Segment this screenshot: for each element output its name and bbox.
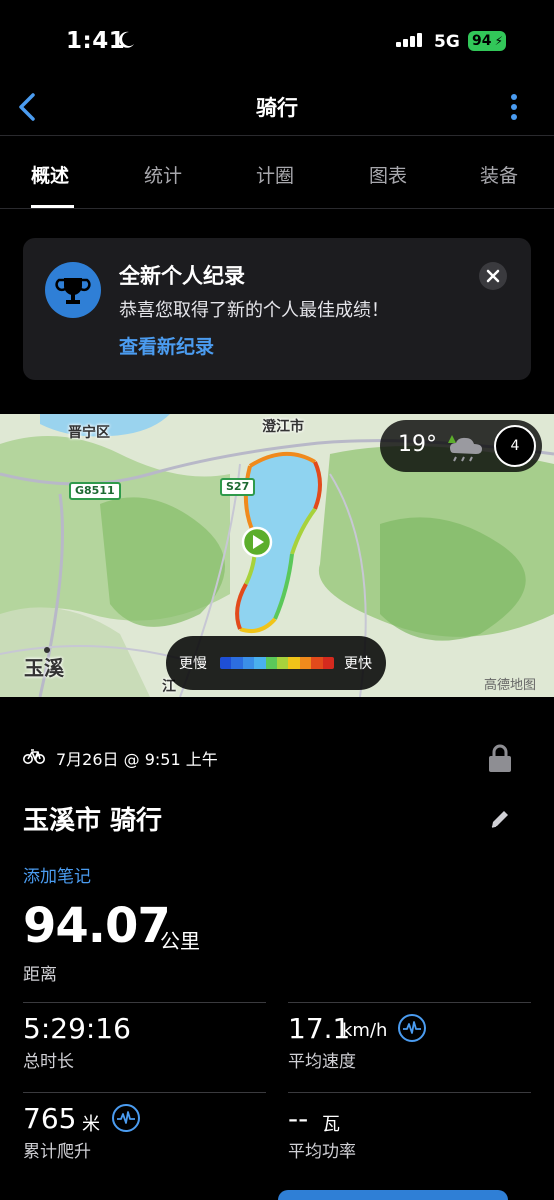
- legend-color-swatch: [242, 657, 255, 669]
- close-card-button[interactable]: [479, 262, 507, 290]
- legend-color-swatch: [254, 657, 266, 669]
- activity-title: 玉溪市 骑行: [23, 806, 163, 836]
- highway-shield-g8511: G8511: [69, 482, 121, 500]
- speed-legend: 更慢 更快: [166, 636, 386, 690]
- tab-laps[interactable]: 计圈: [256, 161, 294, 188]
- map-label-jinning: 晋宁区: [68, 425, 110, 441]
- map-credit: 高德地图: [484, 678, 537, 693]
- avg-power-label: 平均功率: [288, 1142, 356, 1162]
- avg-speed-value: 17.1: [288, 1012, 351, 1045]
- trophy-icon: [55, 278, 91, 304]
- highway-shield-s27: S27: [220, 478, 256, 496]
- legend-color-swatch: [265, 657, 278, 669]
- personal-record-card: 全新个人纪录 恭喜您取得了新的个人最佳成绩！ 查看新纪录: [23, 238, 531, 380]
- distance-unit: 公里: [160, 929, 200, 953]
- card-subtitle: 恭喜您取得了新的个人最佳成绩！: [119, 300, 389, 321]
- card-title: 全新个人纪录: [119, 264, 245, 288]
- page-title: 骑行: [256, 96, 298, 120]
- legend-color-swatch: [277, 657, 289, 669]
- add-note-link[interactable]: 添加笔记: [23, 862, 91, 887]
- legend-color-swatch: [231, 657, 243, 669]
- duration-label: 总时长: [23, 1052, 74, 1072]
- moon-icon: [119, 31, 134, 48]
- divider: [288, 1092, 531, 1093]
- divider: [23, 1002, 266, 1003]
- trophy-badge: [45, 262, 101, 318]
- network-label: 5G: [434, 32, 460, 52]
- tab-charts[interactable]: 图表: [369, 161, 407, 188]
- avg-power-value: --: [288, 1102, 309, 1135]
- bicycle-icon: [23, 749, 45, 764]
- tab-gear[interactable]: 装备: [480, 161, 518, 188]
- lock-icon[interactable]: [487, 744, 513, 772]
- status-bar: 1:41 5G 94 ⚡: [0, 0, 554, 80]
- signal-icon: [396, 33, 422, 47]
- pulse-icon: [117, 1111, 135, 1124]
- legend-color-swatch: [299, 657, 312, 669]
- temperature: 19°: [398, 432, 437, 457]
- more-vertical-icon[interactable]: [506, 92, 522, 122]
- legend-color-scale: [220, 657, 334, 669]
- elevation-chart-button[interactable]: [112, 1104, 140, 1132]
- elevation-value: 765: [23, 1102, 77, 1135]
- divider: [288, 1002, 531, 1003]
- nav-bar: 骑行: [0, 80, 554, 136]
- battery-level: 94: [472, 33, 492, 49]
- elevation-unit: 米: [82, 1114, 100, 1135]
- avg-speed-unit: km/h: [342, 1020, 388, 1041]
- close-icon: [486, 269, 500, 283]
- map-label-chengjiang: 澄江市: [262, 419, 304, 435]
- legend-color-swatch: [311, 657, 323, 669]
- duration-value: 5:29:16: [23, 1012, 131, 1045]
- bottom-action-button[interactable]: [278, 1190, 508, 1200]
- charging-icon: ⚡: [494, 34, 503, 48]
- speed-chart-button[interactable]: [398, 1014, 426, 1042]
- tab-stats[interactable]: 统计: [144, 161, 182, 188]
- legend-color-swatch: [220, 657, 232, 669]
- map-label-yuxi: 玉溪: [24, 656, 64, 680]
- legend-slow-label: 更慢: [179, 656, 207, 672]
- divider: [23, 1092, 266, 1093]
- activity-date: 7月26日 @ 9:51 上午: [56, 750, 218, 769]
- legend-color-swatch: [288, 657, 300, 669]
- weather-pill: 19° 4: [380, 420, 542, 472]
- pulse-icon: [403, 1021, 421, 1034]
- wind-indicator: 4: [494, 425, 536, 467]
- elevation-label: 累计爬升: [23, 1142, 91, 1162]
- distance-value: 94.07: [23, 898, 171, 954]
- tab-overview[interactable]: 概述: [31, 161, 69, 188]
- pencil-icon[interactable]: [489, 808, 511, 830]
- tab-bar: 概述 统计 计圈 图表 装备: [0, 137, 554, 209]
- distance-label: 距离: [23, 965, 57, 985]
- activity-date-row: 7月26日 @ 9:51 上午: [23, 744, 533, 772]
- avg-power-unit: 瓦: [322, 1114, 340, 1135]
- battery-indicator: 94 ⚡: [468, 31, 506, 51]
- avg-speed-label: 平均速度: [288, 1052, 356, 1072]
- legend-fast-label: 更快: [344, 656, 372, 672]
- legend-color-swatch: [322, 657, 334, 669]
- view-new-record-link[interactable]: 查看新纪录: [119, 332, 214, 359]
- cloudy-rain-icon: [448, 435, 482, 462]
- active-tab-indicator: [31, 205, 74, 208]
